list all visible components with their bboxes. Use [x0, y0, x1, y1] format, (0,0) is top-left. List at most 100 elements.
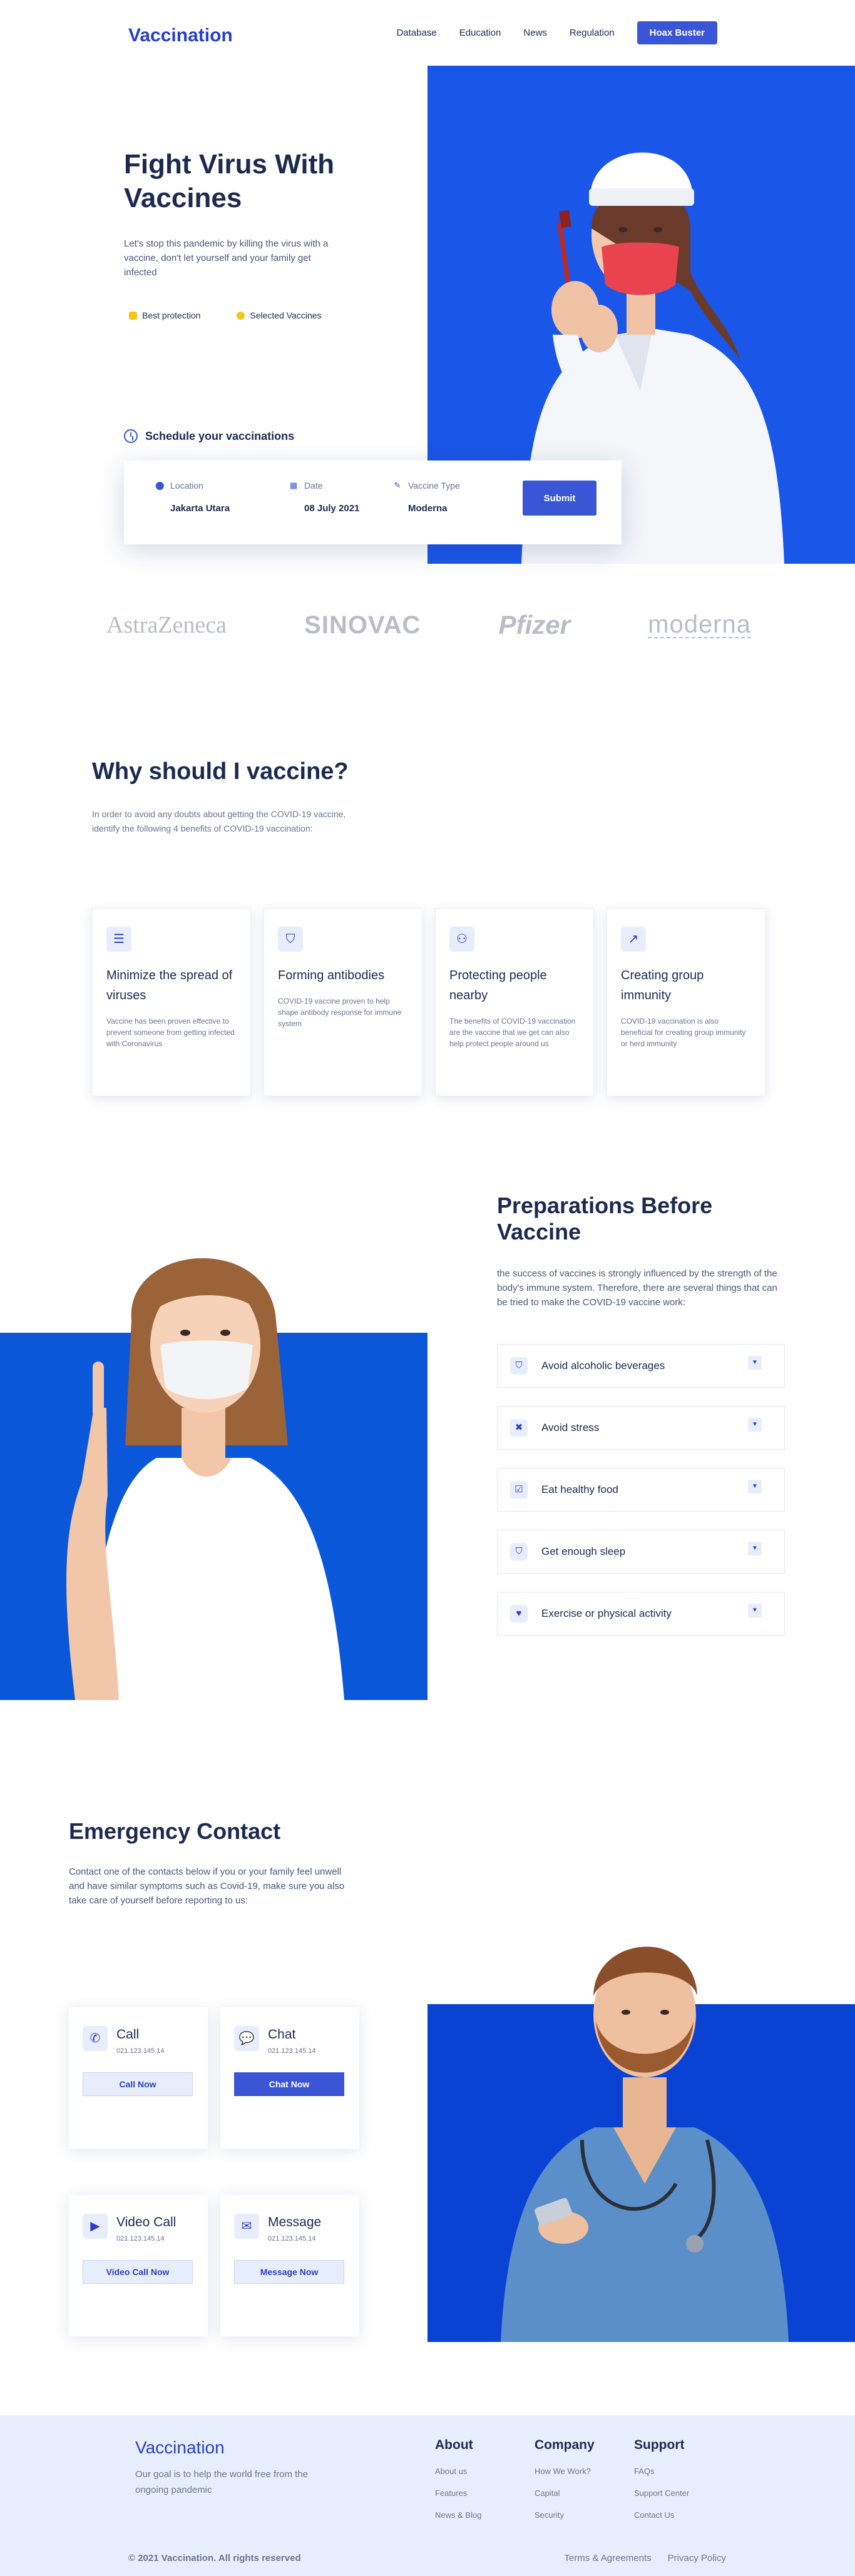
location-label: Location [170, 481, 203, 491]
clock-icon [124, 429, 138, 443]
prep-image-woman [38, 1220, 388, 1700]
prep-title: Preparations Before Vaccine [497, 1193, 713, 1245]
heart-icon: ♥ [510, 1605, 528, 1622]
message-now-button[interactable]: Message Now [234, 2260, 344, 2284]
check-icon: ☑ [510, 1481, 528, 1499]
emergency-title: Emergency Contact [69, 1818, 281, 1844]
benefit-card: ☰ Minimize the spread of viruses Vaccine… [92, 909, 251, 1096]
list-icon: ☰ [106, 927, 131, 952]
footer-column-title: Support [634, 2438, 685, 2452]
hero-description: Let's stop this pandemic by killing the … [124, 238, 329, 278]
prep-item-exercise[interactable]: ♥ Exercise or physical activity ▼ [497, 1592, 785, 1636]
date-value[interactable]: 08 July 2021 [304, 503, 359, 514]
nav-link-regulation[interactable]: Regulation [570, 28, 615, 38]
benefit-card: ↗ Creating group immunity COVID-19 vacci… [607, 909, 765, 1096]
nav-link-education[interactable]: Education [459, 28, 501, 38]
badge-label: Best protection [142, 310, 201, 320]
footer-link-faqs[interactable]: FAQs [634, 2467, 689, 2476]
pfizer-logo: Pfizer [498, 610, 570, 639]
prep-item-stress[interactable]: ✖ Avoid stress ▼ [497, 1406, 785, 1450]
sinovac-logo: SINOVAC [304, 611, 421, 639]
chevron-down-icon[interactable]: ▼ [748, 1418, 762, 1432]
schedule-heading: Schedule your vaccinations [124, 429, 294, 443]
prep-item-alcohol[interactable]: ⛉ Avoid alcoholic beverages ▼ [497, 1344, 785, 1388]
benefit-description: COVID-19 vaccine proven to help shape an… [278, 997, 402, 1028]
contact-number: 021.123.145.14 [268, 2047, 316, 2055]
badge-best-protection: Best protection [129, 310, 200, 320]
location-field[interactable]: ⬤ Location Jakarta Utara [155, 481, 230, 514]
moderna-logo: moderna [648, 611, 751, 638]
copyright: © 2021 Vaccination. All rights reserved [128, 2553, 301, 2563]
chevron-down-icon[interactable]: ▼ [748, 1480, 762, 1494]
shield-icon: ⛉ [510, 1543, 528, 1560]
footer [0, 2415, 855, 2576]
badge-star-icon [237, 311, 245, 320]
benefit-cards: ☰ Minimize the spread of viruses Vaccine… [92, 909, 765, 1096]
contact-name: Chat [268, 2027, 296, 2042]
chevron-down-icon[interactable]: ▼ [748, 1604, 762, 1617]
footer-link-support-center[interactable]: Support Center [634, 2488, 689, 2498]
footer-column-support: Support FAQs Support Center Contact Us [634, 2438, 689, 2532]
benefit-card: ⚇ Protecting people nearby The benefits … [435, 909, 594, 1096]
contact-number: 021.123.145.14 [116, 2235, 165, 2243]
contact-card-video: ▶ Video Call 021.123.145.14 Video Call N… [69, 2195, 208, 2336]
prep-item-label: Eat healthy food [541, 1484, 618, 1495]
footer-column-about: About About us Features News & Blog [435, 2438, 481, 2532]
location-value[interactable]: Jakarta Utara [170, 503, 230, 514]
benefit-description: The benefits of COVID-19 vaccination are… [449, 1017, 576, 1048]
contact-name: Call [116, 2027, 140, 2042]
badge-selected-vaccines: Selected Vaccines [237, 310, 322, 320]
video-call-now-button[interactable]: Video Call Now [83, 2260, 193, 2284]
privacy-link[interactable]: Privacy Policy [668, 2553, 726, 2563]
prep-item-label: Exercise or physical activity [541, 1607, 672, 1619]
badge-label: Selected Vaccines [250, 310, 322, 320]
footer-link-features[interactable]: Features [435, 2488, 481, 2498]
calendar-icon: ▦ [289, 481, 298, 490]
chevron-down-icon[interactable]: ▼ [748, 1542, 762, 1555]
footer-column-company: Company How We Work? Capital Security [535, 2438, 595, 2532]
footer-link-capital[interactable]: Capital [535, 2488, 595, 2498]
call-now-button[interactable]: Call Now [83, 2072, 193, 2096]
prep-item-label: Avoid stress [541, 1422, 600, 1433]
contact-number: 021.123.145.14 [116, 2047, 165, 2055]
contact-name: Message [268, 2215, 322, 2229]
logo[interactable]: Vaccination [128, 25, 233, 46]
hoax-buster-button[interactable]: Hoax Buster [637, 21, 717, 44]
footer-logo[interactable]: Vaccination [135, 2438, 225, 2458]
contact-card-call: ✆ Call 021.123.145.14 Call Now [69, 2007, 208, 2149]
terms-link[interactable]: Terms & Agreements [564, 2553, 651, 2563]
footer-link-security[interactable]: Security [535, 2510, 595, 2520]
footer-column-title: Company [535, 2438, 595, 2452]
benefit-card: ⛉ Forming antibodies COVID-19 vaccine pr… [264, 909, 422, 1096]
page: Vaccination Database Education News Regu… [0, 0, 855, 2576]
legal-links: Terms & Agreements Privacy Policy [564, 2553, 726, 2563]
prep-item-food[interactable]: ☑ Eat healthy food ▼ [497, 1468, 785, 1512]
chat-now-button[interactable]: Chat Now [234, 2072, 344, 2096]
benefit-description: COVID-19 vaccination is also beneficial … [621, 1017, 746, 1048]
footer-link-contact-us[interactable]: Contact Us [634, 2510, 689, 2520]
brand-logos: AstraZeneca SINOVAC Pfizer moderna [106, 610, 751, 640]
vaccine-type-field[interactable]: ✎ Vaccine Type Moderna [393, 481, 460, 514]
footer-link-news-blog[interactable]: News & Blog [435, 2510, 481, 2520]
schedule-heading-label: Schedule your vaccinations [145, 429, 295, 442]
nav-link-news[interactable]: News [523, 28, 547, 38]
mail-icon: ✉ [234, 2214, 259, 2239]
emergency-description: Contact one of the contacts below if you… [69, 1866, 345, 1906]
footer-link-about-us[interactable]: About us [435, 2467, 481, 2476]
vaccine-type-value[interactable]: Moderna [408, 503, 460, 514]
chat-icon: 💬 [234, 2026, 259, 2051]
people-icon: ⚇ [449, 927, 474, 952]
chevron-down-icon[interactable]: ▼ [748, 1356, 762, 1370]
astrazeneca-logo: AstraZeneca [106, 612, 227, 638]
edit-icon: ✎ [394, 481, 401, 490]
footer-link-how-we-work[interactable]: How We Work? [535, 2467, 595, 2476]
prep-item-label: Get enough sleep [541, 1545, 626, 1557]
x-icon: ✖ [510, 1419, 528, 1437]
benefit-title: Creating group immunity [621, 969, 704, 1002]
nav-link-database[interactable]: Database [396, 28, 436, 38]
date-field[interactable]: ▦ Date 08 July 2021 [289, 481, 360, 514]
submit-button[interactable]: Submit [523, 481, 596, 516]
top-nav: Database Education News Regulation Hoax … [396, 21, 717, 44]
pin-icon: ⬤ [155, 481, 165, 490]
prep-item-sleep[interactable]: ⛉ Get enough sleep ▼ [497, 1530, 785, 1574]
